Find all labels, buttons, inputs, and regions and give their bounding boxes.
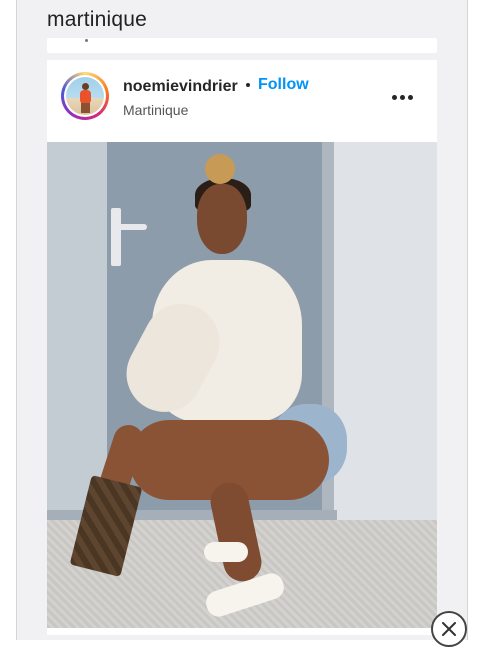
white-sandal bbox=[204, 542, 248, 562]
follow-button[interactable]: Follow bbox=[258, 76, 309, 94]
hair-bun bbox=[205, 154, 235, 184]
more-options-icon[interactable] bbox=[391, 90, 415, 106]
person-head bbox=[197, 184, 247, 254]
close-icon[interactable] bbox=[431, 611, 467, 647]
search-term-heading: martinique bbox=[47, 8, 148, 31]
door-handle bbox=[111, 208, 121, 266]
post-location[interactable]: Martinique bbox=[123, 102, 188, 118]
profile-avatar[interactable] bbox=[61, 72, 109, 120]
card-edge-mark bbox=[85, 39, 88, 42]
separator-dot bbox=[246, 83, 250, 87]
post-username[interactable]: noemievindrier bbox=[123, 78, 238, 96]
instagram-post-card: noemievindrier Follow Martinique bbox=[47, 60, 437, 635]
post-image[interactable] bbox=[47, 142, 437, 628]
previous-result-card[interactable] bbox=[47, 38, 437, 53]
avatar-photo bbox=[66, 77, 104, 115]
